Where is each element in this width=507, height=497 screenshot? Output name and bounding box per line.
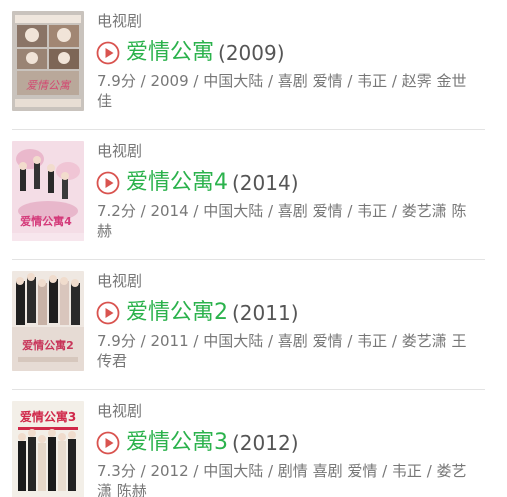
media-type: 电视剧 bbox=[97, 402, 143, 420]
movie-poster-icon: 爱情公寓4 bbox=[12, 141, 84, 241]
list-item[interactable]: 爱情公寓2 电视剧 爱情公寓2 (2011) 7.9分 / 2011 / 中国大… bbox=[0, 260, 507, 390]
item-year: (2012) bbox=[232, 431, 299, 455]
media-type: 电视剧 bbox=[97, 12, 143, 30]
play-icon[interactable] bbox=[96, 41, 120, 65]
movie-poster-icon: 爱情公寓3 bbox=[12, 401, 84, 497]
title-row[interactable]: 爱情公寓3 (2012) bbox=[96, 428, 299, 458]
poster-image[interactable]: 爱情公寓3 bbox=[12, 401, 84, 497]
item-meta: 7.3分 / 2012 / 中国大陆 / 剧情 喜剧 爱情 / 韦正 / 娄艺潇… bbox=[97, 462, 467, 497]
movie-poster-icon: 爱情公寓2 bbox=[12, 271, 84, 371]
svg-text:爱情公寓2: 爱情公寓2 bbox=[22, 338, 74, 352]
svg-text:爱情公寓: 爱情公寓 bbox=[26, 79, 72, 92]
media-type: 电视剧 bbox=[97, 272, 143, 290]
item-meta: 7.2分 / 2014 / 中国大陆 / 喜剧 爱情 / 韦正 / 娄艺潇 陈赫 bbox=[97, 202, 467, 240]
media-type: 电视剧 bbox=[97, 142, 143, 160]
item-meta: 7.9分 / 2011 / 中国大陆 / 喜剧 爱情 / 韦正 / 娄艺潇 王传… bbox=[97, 332, 467, 370]
item-title[interactable]: 爱情公寓 bbox=[126, 38, 214, 68]
item-year: (2009) bbox=[218, 41, 285, 65]
svg-text:爱情公寓4: 爱情公寓4 bbox=[20, 214, 72, 228]
title-row[interactable]: 爱情公寓4 (2014) bbox=[96, 168, 299, 198]
play-icon[interactable] bbox=[96, 301, 120, 325]
list-item[interactable]: 爱情公寓4 电视剧 爱情公寓4 (2014) 7.2分 / 2014 / 中国大… bbox=[0, 130, 507, 260]
result-list: 爱情公寓 电视剧 爱情公寓 (2009) 7.9分 / 2009 / 中国大陆 … bbox=[0, 0, 507, 497]
poster-image[interactable]: 爱情公寓 bbox=[12, 11, 84, 111]
item-title[interactable]: 爱情公寓2 bbox=[126, 298, 228, 328]
title-row[interactable]: 爱情公寓 (2009) bbox=[96, 38, 285, 68]
item-meta: 7.9分 / 2009 / 中国大陆 / 喜剧 爱情 / 韦正 / 赵霁 金世佳 bbox=[97, 72, 467, 110]
list-item[interactable]: 爱情公寓 电视剧 爱情公寓 (2009) 7.9分 / 2009 / 中国大陆 … bbox=[0, 0, 507, 130]
poster-image[interactable]: 爱情公寓2 bbox=[12, 271, 84, 371]
list-item[interactable]: 爱情公寓3 电视剧 爱情公寓3 (2012) 7.3分 / 2012 / 中国大… bbox=[0, 390, 507, 497]
item-year: (2011) bbox=[232, 301, 299, 325]
poster-image[interactable]: 爱情公寓4 bbox=[12, 141, 84, 241]
movie-poster-icon: 爱情公寓 bbox=[12, 11, 84, 111]
play-icon[interactable] bbox=[96, 171, 120, 195]
item-title[interactable]: 爱情公寓4 bbox=[126, 168, 228, 198]
item-title[interactable]: 爱情公寓3 bbox=[126, 428, 228, 458]
play-icon[interactable] bbox=[96, 431, 120, 455]
item-year: (2014) bbox=[232, 171, 299, 195]
svg-text:爱情公寓3: 爱情公寓3 bbox=[20, 409, 76, 424]
title-row[interactable]: 爱情公寓2 (2011) bbox=[96, 298, 299, 328]
